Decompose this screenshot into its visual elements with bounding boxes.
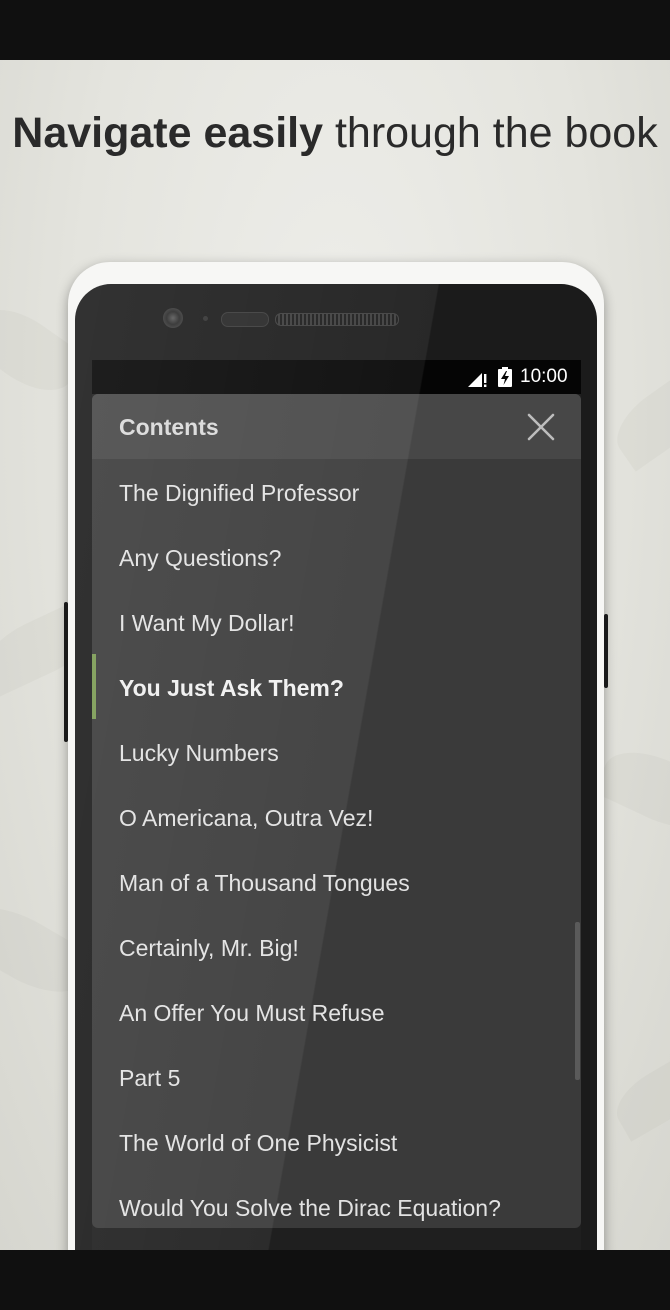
- toc-item[interactable]: Would You Solve the Dirac Equation?: [92, 1174, 581, 1228]
- phone-screen: 10:00 Contents The Dignified Professor An…: [92, 360, 581, 1260]
- status-bar: 10:00: [92, 360, 581, 394]
- battery-charging-icon: [498, 367, 512, 387]
- front-camera-icon: [163, 308, 183, 328]
- toc-scrollbar[interactable]: [575, 922, 580, 1080]
- toc-item-label: An Offer You Must Refuse: [119, 1000, 385, 1026]
- toc-item-label: O Americana, Outra Vez!: [119, 805, 374, 831]
- toc-item-current[interactable]: You Just Ask Them?: [92, 654, 581, 719]
- phone-power-button: [604, 614, 608, 688]
- phone-mockup: 10:00 Contents The Dignified Professor An…: [64, 262, 608, 1284]
- toc-item-label: Would You Solve the Dirac Equation?: [119, 1195, 501, 1221]
- toc-item[interactable]: Part 5: [92, 1044, 581, 1109]
- toc-item[interactable]: An Offer You Must Refuse: [92, 979, 581, 1044]
- toc-item[interactable]: I Want My Dollar!: [92, 589, 581, 654]
- close-icon[interactable]: [520, 406, 562, 448]
- phone-front-panel: 10:00 Contents The Dignified Professor An…: [75, 284, 597, 1284]
- phone-volume-button: [64, 602, 68, 742]
- toc-item[interactable]: Lucky Numbers: [92, 719, 581, 784]
- toc-item[interactable]: Any Questions?: [92, 524, 581, 589]
- toc-item-label: Part 5: [119, 1065, 181, 1091]
- toc-item[interactable]: The World of One Physicist: [92, 1109, 581, 1174]
- toc-item[interactable]: Certainly, Mr. Big!: [92, 914, 581, 979]
- signal-no-data-icon: [468, 373, 487, 387]
- toc-item-label: Certainly, Mr. Big!: [119, 935, 299, 961]
- background-leaf-decoration: [592, 737, 670, 843]
- toc-item-label: I Want My Dollar!: [119, 610, 295, 636]
- toc-item-label: The World of One Physicist: [119, 1130, 398, 1156]
- contents-header: Contents: [92, 394, 581, 459]
- proximity-sensor: [221, 312, 269, 327]
- light-sensor-icon: [203, 316, 208, 321]
- toc-item-label: Any Questions?: [119, 545, 282, 571]
- toc-item-label: Lucky Numbers: [119, 740, 279, 766]
- contents-panel: Contents The Dignified Professor Any Ques…: [92, 394, 581, 1228]
- toc-item[interactable]: O Americana, Outra Vez!: [92, 784, 581, 849]
- background-leaf-decoration: [604, 363, 670, 472]
- promo-headline: Navigate easily through the book: [0, 108, 670, 159]
- toc-item-label: The Dignified Professor: [119, 480, 360, 506]
- toc-item[interactable]: Man of a Thousand Tongues: [92, 849, 581, 914]
- status-time: 10:00: [520, 366, 568, 387]
- earpiece-speaker: [275, 313, 399, 326]
- promo-headline-bold: Navigate easily: [12, 109, 324, 157]
- bottom-black-bar: [0, 1250, 670, 1310]
- toc-item[interactable]: The Dignified Professor: [92, 459, 581, 524]
- current-chapter-marker: [92, 654, 96, 719]
- toc-list: The Dignified Professor Any Questions? I W…: [92, 459, 581, 1228]
- promo-headline-rest: through the book: [323, 109, 658, 157]
- toc-item-label: You Just Ask Them?: [119, 675, 344, 701]
- toc-item-label: Man of a Thousand Tongues: [119, 870, 410, 896]
- background-leaf-decoration: [606, 1048, 670, 1142]
- top-black-bar: [0, 0, 670, 60]
- contents-title: Contents: [119, 414, 219, 440]
